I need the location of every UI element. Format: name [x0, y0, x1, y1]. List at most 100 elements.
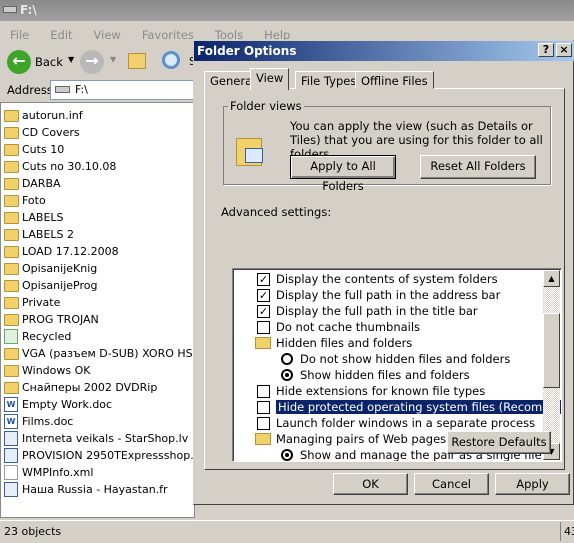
folder-view-icon [236, 138, 263, 166]
file-list-item[interactable]: PROG TROJAN [4, 311, 99, 328]
file-list-item[interactable]: OpisanijeProg [4, 277, 97, 294]
file-name: autorun.inf [22, 109, 83, 122]
checkbox-unchecked[interactable] [257, 400, 270, 414]
setting-checkbox[interactable]: Do not cache thumbnails [257, 319, 420, 335]
radio-selected[interactable] [281, 449, 293, 461]
file-list-item[interactable]: LABELS 2 [4, 226, 74, 243]
folder-icon [4, 279, 19, 292]
close-button[interactable]: × [556, 43, 572, 57]
file-list-item[interactable]: Recycled [4, 328, 71, 345]
forward-arrow-icon[interactable]: → [80, 50, 104, 74]
menu-view[interactable]: View [94, 28, 121, 44]
back-dropdown-icon[interactable]: ▼ [68, 55, 74, 64]
file-list-item[interactable]: LOAD 17.12.2008 [4, 243, 119, 260]
checkbox-unchecked[interactable] [257, 384, 270, 398]
word-doc-icon: W [4, 397, 18, 412]
radio-selected[interactable] [281, 369, 293, 381]
file-list-item[interactable]: VGA (разъем D-SUB) XORO HSD 21 [4, 345, 219, 362]
setting-label: Launch folder windows in a separate proc… [276, 416, 536, 430]
tab-file-types[interactable]: File Types [295, 71, 363, 89]
menu-edit[interactable]: Edit [50, 28, 72, 44]
file-name: LABELS 2 [22, 228, 75, 241]
file-list-item[interactable]: Cuts no 30.10.08 [4, 158, 116, 175]
scroll-up-arrow-icon[interactable]: ▲ [543, 270, 560, 287]
help-button[interactable]: ? [538, 43, 554, 57]
folder-icon [4, 126, 19, 139]
folder-views-group: Folder views You can apply the view (suc… [223, 99, 551, 193]
setting-radio[interactable]: Show hidden files and folders [281, 367, 470, 383]
file-list-item[interactable]: autorun.inf [4, 107, 83, 124]
file-list-item[interactable]: Наша Russia - Hayastan.fr [4, 481, 168, 498]
restore-defaults-button[interactable]: Restore Defaults [447, 431, 551, 454]
forward-dropdown-icon[interactable]: ▼ [110, 55, 116, 64]
address-label: Address [7, 83, 53, 97]
setting-checkbox[interactable]: ✓ Display the full path in the address ba… [257, 287, 500, 303]
file-list-item[interactable]: Windows OK [4, 362, 90, 379]
reset-all-folders-button[interactable]: Reset All Folders [420, 155, 536, 179]
apply-to-all-folders-button[interactable]: Apply to All Folders [290, 155, 396, 193]
scroll-thumb[interactable] [543, 313, 560, 388]
setting-label: Hide extensions for known file types [276, 384, 486, 398]
checkbox-unchecked[interactable] [257, 416, 270, 430]
file-name: Снайперы 2002 DVDRip [22, 381, 158, 394]
window-title: F:\ [20, 3, 37, 17]
radio-unselected[interactable] [281, 353, 293, 365]
file-list-item[interactable]: DARBA [4, 175, 61, 192]
recycle-bin-icon [4, 329, 18, 344]
ok-button[interactable]: OK [333, 473, 408, 495]
dialog-title-bar: Folder Options ? × [194, 41, 574, 61]
drive-icon [3, 6, 17, 13]
explorer-title-bar: F:\ [0, 0, 574, 21]
file-name: DARBA [22, 177, 61, 190]
setting-checkbox[interactable]: Launch folder windows in a separate proc… [257, 415, 535, 431]
checkbox-checked[interactable]: ✓ [257, 288, 270, 302]
file-list-item[interactable]: W Films.doc [4, 413, 73, 430]
file-list[interactable]: autorun.inf CD Covers Cuts 10 Cuts no 30.10… [0, 102, 219, 518]
file-name: Cuts 10 [22, 143, 65, 156]
shortcut-icon [4, 431, 18, 446]
checkbox-checked[interactable]: ✓ [257, 272, 270, 286]
setting-checkbox[interactable]: Hide protected operating system files (R… [257, 399, 561, 415]
file-list-item[interactable]: Cuts 10 [4, 141, 64, 158]
file-list-item[interactable]: PROVISION 2950TExpressshop.lv [4, 447, 203, 464]
setting-checkbox[interactable]: Hide extensions for known file types [257, 383, 485, 399]
setting-checkbox[interactable]: ✓ Display the contents of system folders [257, 271, 498, 287]
back-arrow-icon[interactable]: ← [7, 50, 31, 74]
file-list-item[interactable]: Снайперы 2002 DVDRip [4, 379, 157, 396]
file-list-item[interactable]: W Empty Work.doc [4, 396, 112, 413]
folder-icon [4, 381, 19, 394]
folder-icon [4, 177, 19, 190]
apply-button[interactable]: Apply [495, 473, 570, 495]
file-list-item[interactable]: Interneta veikals - StarShop.lv [4, 430, 188, 447]
setting-label: Do not show hidden files and folders [300, 352, 511, 366]
up-folder-icon[interactable] [128, 53, 146, 69]
tab-view[interactable]: View [250, 68, 290, 90]
setting-label: Display the full path in the title bar [276, 304, 478, 318]
menu-favorites[interactable]: Favorites [142, 28, 194, 44]
setting-checkbox[interactable]: ✓ Display the full path in the title bar [257, 303, 478, 319]
file-list-item[interactable]: Private [4, 294, 60, 311]
file-list-item[interactable]: OpisanijeKnig [4, 260, 97, 277]
tab-offline-files[interactable]: Offline Files [355, 71, 434, 89]
folder-icon [4, 211, 19, 224]
file-name: Recycled [22, 330, 72, 343]
search-icon[interactable] [162, 51, 180, 69]
checkbox-unchecked[interactable] [257, 320, 270, 334]
setting-label: Display the contents of system folders [276, 272, 498, 286]
folder-icon [4, 160, 19, 173]
file-name: PROG TROJAN [22, 313, 99, 326]
drive-icon [55, 86, 70, 93]
address-input[interactable]: F:\ [50, 80, 200, 100]
back-button[interactable]: Back [35, 55, 63, 69]
file-list-item[interactable]: WMPInfo.xml [4, 464, 93, 481]
checkbox-checked[interactable]: ✓ [257, 304, 270, 318]
cancel-button[interactable]: Cancel [414, 473, 489, 495]
file-list-item[interactable]: Foto [4, 192, 46, 209]
menu-file[interactable]: File [10, 28, 29, 44]
file-list-item[interactable]: LABELS [4, 209, 64, 226]
file-list-item[interactable]: CD Covers [4, 124, 80, 141]
setting-radio[interactable]: Do not show hidden files and folders [281, 351, 510, 367]
file-name: VGA (разъем D-SUB) XORO HSD 21 [22, 347, 219, 360]
file-name: PROVISION 2950TExpressshop.lv [22, 449, 204, 462]
shortcut-icon [4, 448, 18, 463]
